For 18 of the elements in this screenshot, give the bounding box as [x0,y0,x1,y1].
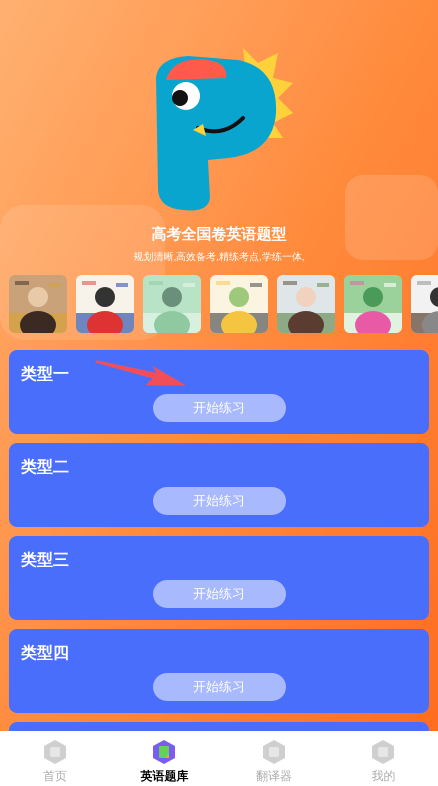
card-title: 类型四 [21,644,69,664]
book-icon [152,739,176,765]
card-title: 类型一 [21,364,69,385]
start-practice-button[interactable]: 开始练习 [152,580,286,608]
start-practice-button[interactable]: 开始练习 [152,487,286,515]
start-practice-button[interactable]: 开始练习 [152,673,286,701]
hexagon-icon [371,739,396,765]
page-subtitle: 规划清晰,高效备考,精练考点,学练一体, [133,250,305,264]
tab-item[interactable]: 英语题库 [110,731,219,786]
tab-item[interactable]: 我的 [328,731,438,786]
tab-item[interactable]: 翻译器 [219,731,328,786]
hexagon-icon [262,739,286,765]
card-title: 类型三 [21,550,69,571]
tab-item[interactable]: 首页 [0,731,110,786]
card-title: 类型二 [21,458,69,478]
page-title: 高考全国卷英语题型 [152,225,286,245]
start-practice-button[interactable]: 开始练习 [152,394,286,422]
hexagon-icon [42,739,67,765]
